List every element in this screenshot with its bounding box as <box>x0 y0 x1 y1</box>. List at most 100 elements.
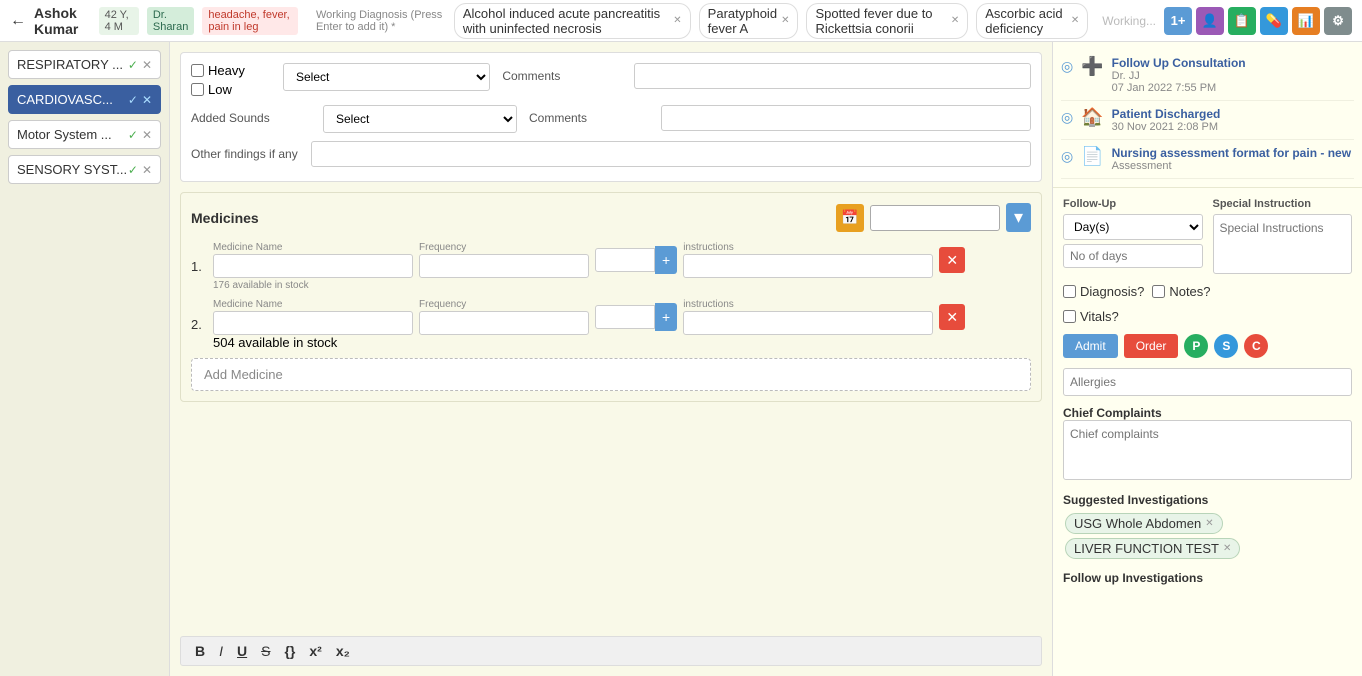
subscript-button[interactable]: x₂ <box>332 641 354 661</box>
diagnosis-tag-1-remove[interactable]: ✕ <box>673 15 681 26</box>
nursing-title: Nursing assessment format for pain - new <box>1112 146 1354 160</box>
date-dropdown-button[interactable]: ▾ <box>1006 203 1031 232</box>
heavy-checkbox-label[interactable]: Heavy <box>191 63 271 78</box>
timeline-content-followup: Follow Up Consultation Dr. JJ 07 Jan 202… <box>1112 56 1354 94</box>
top-icon-1-button[interactable]: 1+ <box>1164 7 1192 35</box>
close-icon-motor[interactable]: ✕ <box>142 128 152 142</box>
c-mini-button[interactable]: C <box>1244 334 1268 358</box>
sidebar-item-sensory-icons: ✓ ✕ <box>128 163 152 177</box>
med-days-plus-1[interactable]: + <box>655 246 677 274</box>
timeline-dot-nursing: ◎ <box>1061 148 1073 165</box>
timeline-item-followup[interactable]: ◎ ➕ Follow Up Consultation Dr. JJ 07 Jan… <box>1061 50 1354 101</box>
sidebar-item-motor-label: Motor System ... <box>17 127 112 142</box>
diagnosis-checkbox[interactable] <box>1063 285 1076 298</box>
diagnosis-tag-4-remove[interactable]: ✕ <box>1071 15 1079 26</box>
timeline-item-discharged[interactable]: ◎ 🏠 Patient Discharged 30 Nov 2021 2:08 … <box>1061 101 1354 140</box>
special-instructions-textarea[interactable] <box>1213 214 1353 274</box>
med-days-wrap-1: Day(s) + <box>595 246 677 274</box>
check-icon-cardiovasc: ✓ <box>128 93 138 107</box>
add-medicine-bar[interactable]: Add Medicine <box>191 358 1031 391</box>
med-name-input-2[interactable]: PANTOCID 80MG <box>213 311 413 335</box>
p-mini-button[interactable]: P <box>1184 334 1208 358</box>
diagnosis-tag-3[interactable]: Spotted fever due to Rickettsia conorii … <box>806 3 968 39</box>
chief-complaints-section: Chief Complaints <box>1063 406 1352 483</box>
diagnosis-tag-3-label: Spotted fever due to Rickettsia conorii <box>815 6 946 36</box>
diagnosis-tag-3-remove[interactable]: ✕ <box>951 15 959 26</box>
chief-complaints-textarea[interactable] <box>1063 420 1352 480</box>
nursing-sub: Assessment <box>1112 160 1354 172</box>
med-instr-input-1[interactable]: instructions <box>683 254 933 278</box>
vitals-checkbox[interactable] <box>1063 310 1076 323</box>
low-checkbox-label[interactable]: Low <box>191 82 271 97</box>
discharged-date: 30 Nov 2021 2:08 PM <box>1112 121 1354 133</box>
admit-button[interactable]: Admit <box>1063 334 1118 358</box>
superscript-button[interactable]: x² <box>305 641 325 661</box>
close-icon-cardiovasc[interactable]: ✕ <box>142 93 152 107</box>
underline-button[interactable]: U <box>233 641 251 661</box>
chief-complaints-label: Chief Complaints <box>1063 406 1352 420</box>
strikethrough-button[interactable]: S <box>257 641 274 661</box>
close-icon-sensory[interactable]: ✕ <box>142 163 152 177</box>
working-diagnosis-label: Working Diagnosis (Press Enter to add it… <box>316 9 446 33</box>
sidebar-item-motor[interactable]: Motor System ... ✓ ✕ <box>8 120 161 149</box>
top-icon-6-button[interactable]: ⚙ <box>1324 7 1352 35</box>
sidebar-item-motor-icons: ✓ ✕ <box>128 128 152 142</box>
med-instr-input-2[interactable]: 30 mins before breakfast <box>683 311 933 335</box>
med-delete-1[interactable]: ✕ <box>939 247 965 273</box>
allergies-input[interactable] <box>1063 368 1352 396</box>
med-freq-input-2[interactable]: q4h (every 4 hours) <box>419 311 589 335</box>
top-icon-2-button[interactable]: 👤 <box>1196 7 1224 35</box>
investigation-tag-2[interactable]: LIVER FUNCTION TEST ✕ <box>1065 538 1240 559</box>
no-of-days-input[interactable] <box>1063 244 1203 268</box>
s-mini-button[interactable]: S <box>1214 334 1238 358</box>
med-name-input-1[interactable]: ALCOMAX <box>213 254 413 278</box>
sidebar-item-sensory[interactable]: SENSORY SYST... ✓ ✕ <box>8 155 161 184</box>
diagnosis-tag-4[interactable]: Ascorbic acid deficiency ✕ <box>976 3 1088 39</box>
special-instruction-group: Special Instruction <box>1213 198 1353 274</box>
med-name-label-2: Medicine Name <box>213 299 413 310</box>
timeline-item-nursing[interactable]: ◎ 📄 Nursing assessment format for pain -… <box>1061 140 1354 179</box>
med-delete-2[interactable]: ✕ <box>939 304 965 330</box>
symptoms-tag: headache, fever, pain in leg <box>202 7 298 35</box>
other-findings-input[interactable] <box>311 141 1031 167</box>
comments-input-2[interactable] <box>661 105 1031 131</box>
notes-check-text: Notes? <box>1169 284 1210 299</box>
order-button[interactable]: Order <box>1124 334 1179 358</box>
top-icon-4-button[interactable]: 💊 <box>1260 7 1288 35</box>
followup-select[interactable]: Day(s) <box>1063 214 1203 240</box>
date-input-wrap: 📅 19/08/2021 ▾ <box>836 203 1031 232</box>
date-input[interactable]: 19/08/2021 <box>870 205 1000 231</box>
heavy-low-select[interactable]: Select <box>283 63 490 91</box>
investigation-tag-1[interactable]: USG Whole Abdomen ✕ <box>1065 513 1223 534</box>
bold-button[interactable]: B <box>191 641 209 661</box>
med-days-wrap-2: Day(s) + <box>595 303 677 331</box>
med-freq-input-1[interactable]: 1-1-0 (morning,afternoon) <box>419 254 589 278</box>
low-checkbox[interactable] <box>191 83 204 96</box>
comments-input-1[interactable] <box>634 63 1031 89</box>
notes-checkbox[interactable] <box>1152 285 1165 298</box>
calendar-icon-button[interactable]: 📅 <box>836 204 864 232</box>
close-icon-respiratory[interactable]: ✕ <box>142 58 152 72</box>
notes-check-label[interactable]: Notes? <box>1152 284 1210 299</box>
sidebar-item-cardiovasc[interactable]: CARDIOVASC... ✓ ✕ <box>8 85 161 114</box>
top-icon-3-button[interactable]: 📋 <box>1228 7 1256 35</box>
diagnosis-tag-2-remove[interactable]: ✕ <box>781 15 789 26</box>
med-days-input-2[interactable]: Day(s) <box>595 305 655 329</box>
italic-button[interactable]: I <box>215 641 227 661</box>
investigation-tag-1-remove[interactable]: ✕ <box>1205 518 1213 529</box>
code-button[interactable]: {} <box>280 641 299 661</box>
back-button[interactable]: ← <box>10 12 26 30</box>
diagnosis-check-label[interactable]: Diagnosis? <box>1063 284 1144 299</box>
top-bar-icons: 1+ 👤 📋 💊 📊 ⚙ <box>1164 7 1352 35</box>
med-days-input-1[interactable]: Day(s) <box>595 248 655 272</box>
top-icon-5-button[interactable]: 📊 <box>1292 7 1320 35</box>
investigation-tag-2-remove[interactable]: ✕ <box>1223 543 1231 554</box>
heavy-checkbox[interactable] <box>191 64 204 77</box>
followup-investigations-label: Follow up Investigations <box>1063 571 1352 585</box>
added-sounds-select[interactable]: Select <box>323 105 517 133</box>
diagnosis-tag-2[interactable]: Paratyphoid fever A ✕ <box>699 3 799 39</box>
sidebar-item-respiratory[interactable]: RESPIRATORY ... ✓ ✕ <box>8 50 161 79</box>
vitals-check-label[interactable]: Vitals? <box>1063 309 1119 324</box>
diagnosis-tag-1[interactable]: Alcohol induced acute pancreatitis with … <box>454 3 691 39</box>
med-days-plus-2[interactable]: + <box>655 303 677 331</box>
